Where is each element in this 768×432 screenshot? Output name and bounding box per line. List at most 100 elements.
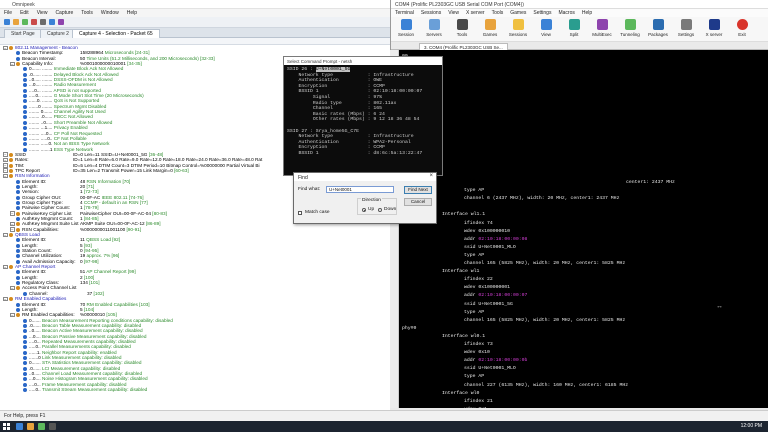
moba-tool-view[interactable]: View bbox=[535, 19, 557, 37]
tool-label: Exit bbox=[738, 32, 746, 37]
taskbar-app-icon[interactable] bbox=[16, 423, 23, 430]
field-value: %00000010 bbox=[80, 312, 107, 318]
moba-menu-macros[interactable]: Macros bbox=[558, 10, 574, 16]
terminal-line: type AP bbox=[464, 188, 485, 194]
field-icon bbox=[23, 388, 27, 392]
tab-capture-2[interactable]: Capture 2 bbox=[40, 29, 76, 38]
expand-icon[interactable]: − bbox=[3, 152, 8, 157]
moba-menu-tools[interactable]: Tools bbox=[492, 10, 504, 16]
field-value: .....0.. bbox=[29, 344, 43, 350]
field-comment: ESS Type Network bbox=[53, 146, 94, 152]
moba-menu-x-server[interactable]: X server bbox=[466, 10, 485, 16]
mobaxterm-window: COM4 (Prolific PL2303GC USB Serial COM P… bbox=[390, 0, 768, 50]
field-value: .......0 ........ bbox=[29, 103, 54, 109]
moba-tool-session[interactable]: Session bbox=[395, 19, 417, 37]
taskbar-terminal-icon[interactable] bbox=[49, 423, 56, 430]
tab-com4[interactable]: 3. COM4 (Prolific PL2303GC USB Se... bbox=[419, 43, 508, 50]
tool-icon bbox=[456, 19, 468, 30]
expand-icon[interactable]: − bbox=[10, 227, 15, 232]
find-dialog: Find × Find what: Find Next Cancel Direc… bbox=[293, 172, 437, 224]
expand-icon[interactable]: − bbox=[3, 168, 8, 173]
field-comment: [72-73] bbox=[83, 189, 99, 195]
moba-menu-sessions[interactable]: Sessions bbox=[421, 10, 441, 16]
expand-icon[interactable]: − bbox=[3, 232, 8, 238]
toolbar-icon[interactable] bbox=[13, 19, 19, 25]
expand-icon[interactable]: − bbox=[3, 157, 8, 163]
expand-icon[interactable]: − bbox=[10, 61, 15, 67]
field-value: ......1. bbox=[29, 349, 43, 355]
moba-tool-packages[interactable]: Packages bbox=[647, 19, 669, 37]
moba-menu-games[interactable]: Games bbox=[510, 10, 526, 16]
expand-icon[interactable]: − bbox=[3, 264, 8, 270]
moba-tool-exit[interactable]: Exit bbox=[731, 19, 753, 37]
cmd-title: Select Command Prompt - netsh bbox=[284, 57, 442, 65]
field-value: 158288964 bbox=[80, 50, 105, 56]
menu-edit[interactable]: Edit bbox=[20, 10, 29, 16]
tab-capture-4-selection-packet-65[interactable]: Capture 4 - Selection - Packet 65 bbox=[72, 29, 160, 38]
moba-tool-multiexec[interactable]: MultiExec bbox=[591, 19, 613, 37]
find-input[interactable] bbox=[326, 186, 394, 193]
expand-icon[interactable]: − bbox=[10, 312, 15, 318]
status-text: For Help, press F1 bbox=[4, 413, 46, 419]
taskbar-folder-icon[interactable] bbox=[27, 423, 34, 430]
tree-row[interactable]: .....0.. Transmit Stream Measurement cap… bbox=[0, 387, 290, 392]
field-comment: Beacon Table Measurement capability: dis… bbox=[42, 322, 142, 328]
toolbar-icon[interactable] bbox=[58, 19, 64, 25]
up-radio[interactable] bbox=[362, 208, 366, 212]
taskbar-omnipeek-icon[interactable] bbox=[38, 423, 45, 430]
close-icon[interactable]: × bbox=[429, 173, 433, 179]
moba-tool-split[interactable]: Split bbox=[563, 19, 585, 37]
field-comment: approx. 7% [96] bbox=[86, 253, 120, 259]
field-comment: [104] bbox=[83, 306, 95, 312]
field-comment: Repeated Measurements capability: disabl… bbox=[42, 338, 136, 344]
expand-icon[interactable]: − bbox=[3, 173, 8, 179]
direction-label: Direction bbox=[361, 198, 382, 203]
expand-icon[interactable]: − bbox=[10, 221, 15, 227]
menu-tools[interactable]: Tools bbox=[81, 10, 93, 16]
cancel-button[interactable]: Cancel bbox=[404, 198, 432, 206]
match-case-checkbox[interactable] bbox=[298, 211, 302, 215]
moba-menu-help[interactable]: Help bbox=[582, 10, 592, 16]
menu-help[interactable]: Help bbox=[127, 10, 137, 16]
menu-capture[interactable]: Capture bbox=[55, 10, 73, 16]
moba-tool-x-server[interactable]: X server bbox=[703, 19, 725, 37]
field-comment: Beacon Measurement Reporting conditions … bbox=[42, 317, 173, 323]
menu-file[interactable]: File bbox=[4, 10, 12, 16]
tab-start-page[interactable]: Start Page bbox=[4, 29, 42, 38]
field-comment: Link Measurement capability: disabled bbox=[42, 354, 122, 360]
field-value: ..0..... bbox=[29, 328, 43, 334]
menu-view[interactable]: View bbox=[37, 10, 48, 16]
toolbar-icon[interactable] bbox=[4, 19, 10, 25]
find-next-button[interactable]: Find Next bbox=[404, 186, 432, 194]
expand-icon[interactable]: − bbox=[10, 285, 15, 291]
moba-menu-terminal[interactable]: Terminal bbox=[395, 10, 414, 16]
moba-tool-tools[interactable]: Tools bbox=[451, 19, 473, 37]
moba-tool-settings[interactable]: Settings bbox=[675, 19, 697, 37]
match-case-label: Match case bbox=[305, 210, 330, 215]
toolbar-icon[interactable] bbox=[31, 19, 37, 25]
moba-tool-servers[interactable]: Servers bbox=[423, 19, 445, 37]
moba-tool-tunneling[interactable]: Tunneling bbox=[619, 19, 641, 37]
toolbar-icon[interactable] bbox=[40, 19, 46, 25]
moba-menu-view[interactable]: View bbox=[448, 10, 459, 16]
expand-icon[interactable]: − bbox=[3, 296, 8, 302]
terminal-line: center1: 2437 MHz bbox=[626, 180, 675, 185]
field-value: 0....... ........ bbox=[29, 66, 54, 72]
field-comment: Microseconds [24-31] bbox=[104, 50, 150, 56]
expand-icon[interactable]: − bbox=[10, 211, 15, 216]
field-value: ......0. ........ bbox=[29, 98, 54, 104]
terminal-output: 000000ffdcffaff1fffd0000center1: 2437 MH… bbox=[400, 50, 768, 408]
menu-window[interactable]: Window bbox=[101, 10, 119, 16]
field-value: ........ .......1 bbox=[29, 146, 54, 152]
expand-icon[interactable]: − bbox=[3, 163, 8, 168]
down-radio[interactable] bbox=[378, 208, 382, 212]
terminal-line: ifindex 21 bbox=[464, 398, 493, 404]
moba-menu-settings[interactable]: Settings bbox=[533, 10, 551, 16]
toolbar-icon[interactable] bbox=[22, 19, 28, 25]
toolbar-icon[interactable] bbox=[49, 19, 55, 25]
expand-icon[interactable]: − bbox=[3, 45, 8, 50]
moba-tool-sessions[interactable]: Sessions bbox=[507, 19, 529, 37]
tool-label: MultiExec bbox=[592, 32, 612, 37]
moba-tool-games[interactable]: Games bbox=[479, 19, 501, 37]
windows-start-icon[interactable] bbox=[3, 423, 10, 430]
